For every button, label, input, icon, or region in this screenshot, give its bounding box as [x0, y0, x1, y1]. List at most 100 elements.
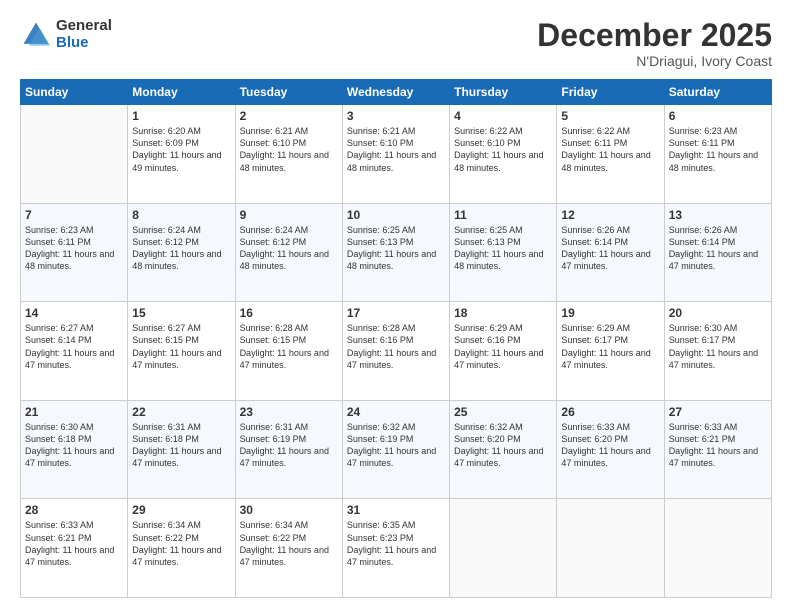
calendar-header-row: Sunday Monday Tuesday Wednesday Thursday… — [21, 80, 772, 105]
header: General Blue December 2025 N'Driagui, Iv… — [20, 18, 772, 69]
cell-info: Sunrise: 6:33 AMSunset: 6:21 PMDaylight:… — [25, 519, 123, 568]
logo-icon — [20, 19, 52, 51]
cell-info: Sunrise: 6:31 AMSunset: 6:18 PMDaylight:… — [132, 421, 230, 470]
day-number: 2 — [240, 109, 338, 123]
cell-info: Sunrise: 6:30 AMSunset: 6:17 PMDaylight:… — [669, 322, 767, 371]
location-subtitle: N'Driagui, Ivory Coast — [537, 53, 772, 69]
col-thursday: Thursday — [450, 80, 557, 105]
day-number: 12 — [561, 208, 659, 222]
cell-3-2: 23Sunrise: 6:31 AMSunset: 6:19 PMDayligh… — [235, 400, 342, 499]
logo-blue-text: Blue — [56, 35, 112, 52]
week-row-3: 14 Sunrise: 6:27 AMSunset: 6:14 PMDayligh… — [21, 302, 772, 401]
week-row-5: 28 Sunrise: 6:33 AMSunset: 6:21 PMDayligh… — [21, 499, 772, 598]
col-wednesday: Wednesday — [342, 80, 449, 105]
cell-2-4: 18Sunrise: 6:29 AMSunset: 6:16 PMDayligh… — [450, 302, 557, 401]
cell-3-0: 21 Sunrise: 6:30 AMSunset: 6:18 PMDayligh… — [21, 400, 128, 499]
logo-general-text: General — [56, 18, 112, 35]
cell-4-0: 28 Sunrise: 6:33 AMSunset: 6:21 PMDayligh… — [21, 499, 128, 598]
cell-0-6: 6 Sunrise: 6:23 AMSunset: 6:11 PMDaylight… — [664, 105, 771, 204]
cell-1-5: 12 Sunrise: 6:26 AMSunset: 6:14 PMDayligh… — [557, 203, 664, 302]
day-number: 14 — [25, 306, 123, 320]
month-title: December 2025 — [537, 18, 772, 53]
day-number: 28 — [25, 503, 123, 517]
cell-2-0: 14 Sunrise: 6:27 AMSunset: 6:14 PMDayligh… — [21, 302, 128, 401]
cell-3-1: 22 Sunrise: 6:31 AMSunset: 6:18 PMDayligh… — [128, 400, 235, 499]
cell-info: Sunrise: 6:28 AMSunset: 6:16 PMDaylight:… — [347, 322, 445, 371]
cell-1-4: 11 Sunrise: 6:25 AMSunset: 6:13 PMDayligh… — [450, 203, 557, 302]
cell-info: Sunrise: 6:34 AMSunset: 6:22 PMDaylight:… — [240, 519, 338, 568]
day-number: 29 — [132, 503, 230, 517]
col-monday: Monday — [128, 80, 235, 105]
cell-3-3: 24 Sunrise: 6:32 AMSunset: 6:19 PMDayligh… — [342, 400, 449, 499]
col-tuesday: Tuesday — [235, 80, 342, 105]
cell-info: Sunrise: 6:21 AMSunset: 6:10 PMDaylight:… — [240, 125, 338, 174]
day-number: 6 — [669, 109, 767, 123]
calendar-table: Sunday Monday Tuesday Wednesday Thursday… — [20, 79, 772, 598]
cell-3-5: 26Sunrise: 6:33 AMSunset: 6:20 PMDayligh… — [557, 400, 664, 499]
week-row-4: 21 Sunrise: 6:30 AMSunset: 6:18 PMDayligh… — [21, 400, 772, 499]
day-number: 9 — [240, 208, 338, 222]
cell-4-3: 31 Sunrise: 6:35 AMSunset: 6:23 PMDayligh… — [342, 499, 449, 598]
cell-3-6: 27 Sunrise: 6:33 AMSunset: 6:21 PMDayligh… — [664, 400, 771, 499]
cell-info: Sunrise: 6:29 AMSunset: 6:16 PMDaylight:… — [454, 322, 552, 371]
cell-info: Sunrise: 6:24 AMSunset: 6:12 PMDaylight:… — [132, 224, 230, 273]
day-number: 21 — [25, 405, 123, 419]
logo-text: General Blue — [56, 18, 112, 51]
cell-info: Sunrise: 6:24 AMSunset: 6:12 PMDaylight:… — [240, 224, 338, 273]
cell-info: Sunrise: 6:33 AMSunset: 6:21 PMDaylight:… — [669, 421, 767, 470]
cell-0-4: 4 Sunrise: 6:22 AMSunset: 6:10 PMDaylight… — [450, 105, 557, 204]
cell-info: Sunrise: 6:27 AMSunset: 6:14 PMDaylight:… — [25, 322, 123, 371]
cell-info: Sunrise: 6:35 AMSunset: 6:23 PMDaylight:… — [347, 519, 445, 568]
cell-2-3: 17 Sunrise: 6:28 AMSunset: 6:16 PMDayligh… — [342, 302, 449, 401]
cell-info: Sunrise: 6:32 AMSunset: 6:20 PMDaylight:… — [454, 421, 552, 470]
day-number: 26 — [561, 405, 659, 419]
cell-info: Sunrise: 6:22 AMSunset: 6:10 PMDaylight:… — [454, 125, 552, 174]
cell-info: Sunrise: 6:23 AMSunset: 6:11 PMDaylight:… — [669, 125, 767, 174]
cell-0-1: 1 Sunrise: 6:20 AMSunset: 6:09 PMDaylight… — [128, 105, 235, 204]
cell-0-2: 2 Sunrise: 6:21 AMSunset: 6:10 PMDaylight… — [235, 105, 342, 204]
cell-1-2: 9 Sunrise: 6:24 AMSunset: 6:12 PMDaylight… — [235, 203, 342, 302]
cell-info: Sunrise: 6:25 AMSunset: 6:13 PMDaylight:… — [347, 224, 445, 273]
cell-info: Sunrise: 6:26 AMSunset: 6:14 PMDaylight:… — [561, 224, 659, 273]
cell-0-0 — [21, 105, 128, 204]
cell-info: Sunrise: 6:34 AMSunset: 6:22 PMDaylight:… — [132, 519, 230, 568]
day-number: 10 — [347, 208, 445, 222]
cell-info: Sunrise: 6:23 AMSunset: 6:11 PMDaylight:… — [25, 224, 123, 273]
day-number: 19 — [561, 306, 659, 320]
title-block: December 2025 N'Driagui, Ivory Coast — [537, 18, 772, 69]
cell-info: Sunrise: 6:20 AMSunset: 6:09 PMDaylight:… — [132, 125, 230, 174]
cell-3-4: 25 Sunrise: 6:32 AMSunset: 6:20 PMDayligh… — [450, 400, 557, 499]
cell-info: Sunrise: 6:32 AMSunset: 6:19 PMDaylight:… — [347, 421, 445, 470]
col-sunday: Sunday — [21, 80, 128, 105]
day-number: 23 — [240, 405, 338, 419]
cell-1-0: 7Sunrise: 6:23 AMSunset: 6:11 PMDaylight… — [21, 203, 128, 302]
cell-0-3: 3 Sunrise: 6:21 AMSunset: 6:10 PMDaylight… — [342, 105, 449, 204]
cell-info: Sunrise: 6:29 AMSunset: 6:17 PMDaylight:… — [561, 322, 659, 371]
cell-1-1: 8Sunrise: 6:24 AMSunset: 6:12 PMDaylight… — [128, 203, 235, 302]
cell-info: Sunrise: 6:30 AMSunset: 6:18 PMDaylight:… — [25, 421, 123, 470]
cell-info: Sunrise: 6:26 AMSunset: 6:14 PMDaylight:… — [669, 224, 767, 273]
cell-4-1: 29 Sunrise: 6:34 AMSunset: 6:22 PMDayligh… — [128, 499, 235, 598]
day-number: 11 — [454, 208, 552, 222]
cell-info: Sunrise: 6:25 AMSunset: 6:13 PMDaylight:… — [454, 224, 552, 273]
day-number: 4 — [454, 109, 552, 123]
day-number: 22 — [132, 405, 230, 419]
cell-info: Sunrise: 6:22 AMSunset: 6:11 PMDaylight:… — [561, 125, 659, 174]
day-number: 27 — [669, 405, 767, 419]
week-row-1: 1 Sunrise: 6:20 AMSunset: 6:09 PMDaylight… — [21, 105, 772, 204]
day-number: 24 — [347, 405, 445, 419]
logo: General Blue — [20, 18, 112, 51]
day-number: 16 — [240, 306, 338, 320]
day-number: 30 — [240, 503, 338, 517]
day-number: 31 — [347, 503, 445, 517]
day-number: 17 — [347, 306, 445, 320]
col-friday: Friday — [557, 80, 664, 105]
cell-4-5 — [557, 499, 664, 598]
cell-info: Sunrise: 6:27 AMSunset: 6:15 PMDaylight:… — [132, 322, 230, 371]
col-saturday: Saturday — [664, 80, 771, 105]
cell-info: Sunrise: 6:21 AMSunset: 6:10 PMDaylight:… — [347, 125, 445, 174]
day-number: 25 — [454, 405, 552, 419]
day-number: 3 — [347, 109, 445, 123]
cell-0-5: 5Sunrise: 6:22 AMSunset: 6:11 PMDaylight… — [557, 105, 664, 204]
day-number: 1 — [132, 109, 230, 123]
